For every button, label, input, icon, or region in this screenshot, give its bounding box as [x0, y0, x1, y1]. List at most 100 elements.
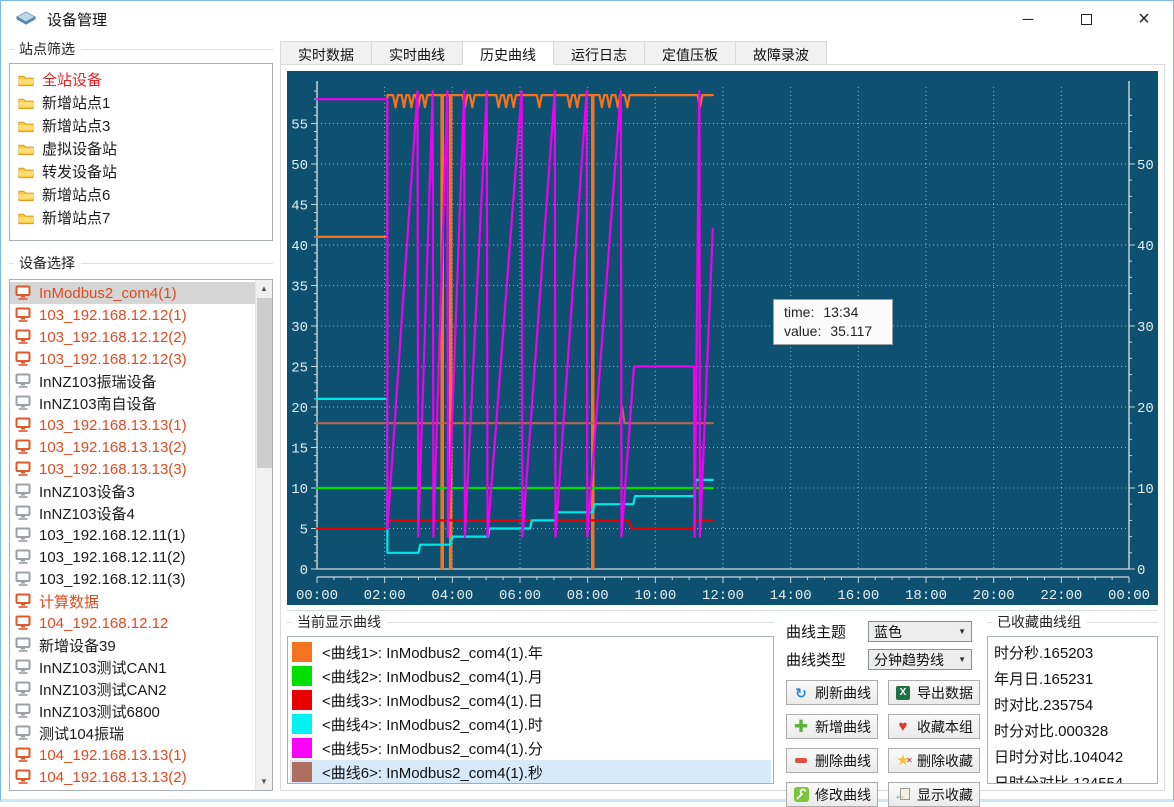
fav-show-button[interactable]: ←显示收藏	[888, 782, 980, 807]
tab-历史曲线[interactable]: 历史曲线	[463, 41, 554, 65]
device-item[interactable]: 103_192.168.13.13(2)	[10, 436, 255, 458]
favorite-group-item[interactable]: 时对比.235754	[994, 693, 1151, 719]
site-item[interactable]: 新增站点6	[12, 183, 270, 206]
device-item[interactable]: 计算数据	[10, 590, 255, 612]
device-item[interactable]: 104_192.168.12.12	[10, 612, 255, 634]
device-item[interactable]: 103_192.168.12.12(1)	[10, 304, 255, 326]
tab-实时曲线[interactable]: 实时曲线	[372, 41, 463, 65]
site-item[interactable]: 虚拟设备站	[12, 137, 270, 160]
device-item[interactable]: InNZ103测试6800	[10, 700, 255, 722]
legend-row[interactable]: <曲线1>: InModbus2_com4(1).年	[290, 640, 771, 664]
export-button[interactable]: X导出数据	[888, 680, 980, 705]
svg-text:45: 45	[291, 198, 308, 214]
favorite-group-item[interactable]: 时分秒.165203	[994, 641, 1151, 667]
site-item[interactable]: 新增站点3	[12, 114, 270, 137]
favorites-title: 已收藏曲线组	[987, 614, 1158, 630]
device-item[interactable]: 103_192.168.12.11(1)	[10, 524, 255, 546]
device-item[interactable]: 103_192.168.12.11(3)	[10, 568, 255, 590]
app-window: 设备管理 ─ × 站点筛选 全站设备新增站点1新增站点3虚拟设备站转发设备站新增…	[0, 0, 1174, 802]
device-list-scrollbar[interactable]: ▲ ▼	[255, 280, 272, 790]
device-item[interactable]: InNZ103振瑞设备	[10, 370, 255, 392]
device-monitor-icon	[15, 593, 31, 609]
device-item[interactable]: InNZ103测试CAN2	[10, 678, 255, 700]
tab-故障录波[interactable]: 故障录波	[736, 41, 827, 65]
theme-select[interactable]: 蓝色 ▼	[868, 621, 972, 642]
tab-运行日志[interactable]: 运行日志	[554, 41, 645, 65]
curve-label: <曲线1>: InModbus2_com4(1).年	[322, 642, 543, 663]
scroll-down-icon[interactable]: ▼	[256, 773, 272, 790]
device-item[interactable]: 103_192.168.12.12(3)	[10, 348, 255, 370]
curve-controls: 曲线主题 蓝色 ▼ 曲线类型 分钟趋势线 ▼	[774, 614, 987, 784]
history-chart[interactable]: 05101520253035404550550102030405000:0002…	[287, 71, 1158, 605]
device-item[interactable]: 测试104振瑞	[10, 722, 255, 744]
site-item[interactable]: 全站设备	[12, 68, 270, 91]
device-monitor-icon	[15, 417, 31, 433]
legend-row[interactable]: <曲线6>: InModbus2_com4(1).秒	[290, 760, 771, 784]
device-item[interactable]: 103_192.168.13.13(1)	[10, 414, 255, 436]
refresh-icon: ↻	[793, 685, 809, 701]
svg-text:55: 55	[291, 117, 308, 133]
device-monitor-icon	[15, 351, 31, 367]
site-item[interactable]: 新增站点7	[12, 206, 270, 229]
device-item[interactable]: 104_192.168.13.13(2)	[10, 766, 255, 788]
device-item-label: 104_192.168.13.13(3)	[39, 791, 187, 792]
legend-row[interactable]: <曲线4>: InModbus2_com4(1).时	[290, 712, 771, 736]
device-item[interactable]: 103_192.168.12.11(2)	[10, 546, 255, 568]
favorite-heart-icon: ♥	[895, 719, 911, 735]
device-item[interactable]: InModbus2_com4(1)	[10, 282, 255, 304]
svg-text:40: 40	[1137, 239, 1154, 255]
device-item[interactable]: InNZ103设备4	[10, 502, 255, 524]
favorite-group-item[interactable]: 日时分对比.124554	[994, 771, 1151, 784]
legend-row[interactable]: <曲线5>: InModbus2_com4(1).分	[290, 736, 771, 760]
device-item-label: InNZ103振瑞设备	[39, 371, 157, 392]
device-item[interactable]: InNZ103设备3	[10, 480, 255, 502]
title-bar: 设备管理 ─ ×	[1, 1, 1173, 37]
fav-add-button[interactable]: ♥收藏本组	[888, 714, 980, 739]
legend-row[interactable]: <曲线3>: InModbus2_com4(1).日	[290, 688, 771, 712]
scroll-up-icon[interactable]: ▲	[256, 280, 272, 297]
scroll-thumb[interactable]	[257, 298, 272, 468]
refresh-button[interactable]: ↻刷新曲线	[786, 680, 878, 705]
favorite-group-item[interactable]: 年月日.165231	[994, 667, 1151, 693]
maximize-button[interactable]	[1057, 1, 1115, 37]
device-monitor-icon	[15, 395, 31, 411]
svg-text:12:00: 12:00	[702, 588, 744, 604]
device-item[interactable]: 104_192.168.13.13(1)	[10, 744, 255, 766]
device-item[interactable]: 103_192.168.13.13(3)	[10, 458, 255, 480]
device-list: InModbus2_com4(1)103_192.168.12.12(1)103…	[9, 279, 273, 791]
type-select[interactable]: 分钟趋势线 ▼	[868, 649, 972, 670]
site-item[interactable]: 新增站点1	[12, 91, 270, 114]
add-plus-icon: ✚	[793, 719, 809, 735]
window-title: 设备管理	[47, 9, 107, 30]
device-monitor-icon	[15, 373, 31, 389]
tab-实时数据[interactable]: 实时数据	[280, 41, 372, 65]
device-item[interactable]: 新增设备39	[10, 634, 255, 656]
legend-row[interactable]: <曲线2>: InModbus2_com4(1).月	[290, 664, 771, 688]
minimize-button[interactable]: ─	[999, 1, 1057, 37]
svg-text:10: 10	[291, 482, 308, 498]
favorite-group-item[interactable]: 日时分对比.104042	[994, 745, 1151, 771]
chart-tooltip: time:13:34 value:35.117	[773, 299, 893, 345]
device-item-label: 104_192.168.13.13(2)	[39, 769, 187, 786]
button-label: 导出数据	[917, 683, 973, 703]
device-item[interactable]: InNZ103测试CAN1	[10, 656, 255, 678]
svg-text:16:00: 16:00	[837, 588, 879, 604]
site-item[interactable]: 转发设备站	[12, 160, 270, 183]
close-button[interactable]: ×	[1115, 1, 1173, 37]
device-item[interactable]: InNZ103南自设备	[10, 392, 255, 414]
device-item[interactable]: 103_192.168.12.12(2)	[10, 326, 255, 348]
device-item[interactable]: 104_192.168.13.13(3)	[10, 788, 255, 791]
favorite-group-item[interactable]: 时分对比.000328	[994, 719, 1151, 745]
svg-text:22:00: 22:00	[1040, 588, 1082, 604]
device-item-label: 103_192.168.12.12(3)	[39, 351, 187, 368]
device-monitor-icon	[15, 659, 31, 675]
tab-定值压板[interactable]: 定值压板	[645, 41, 736, 65]
site-item-label: 虚拟设备站	[42, 138, 117, 159]
edit-button[interactable]: 修改曲线	[786, 782, 878, 807]
fav-del-button[interactable]: ★✕删除收藏	[888, 748, 980, 773]
delete-button[interactable]: 删除曲线	[786, 748, 878, 773]
button-label: 删除收藏	[917, 751, 973, 771]
add-button[interactable]: ✚新增曲线	[786, 714, 878, 739]
curve-label: <曲线4>: InModbus2_com4(1).时	[322, 714, 543, 735]
device-monitor-icon	[15, 703, 31, 719]
